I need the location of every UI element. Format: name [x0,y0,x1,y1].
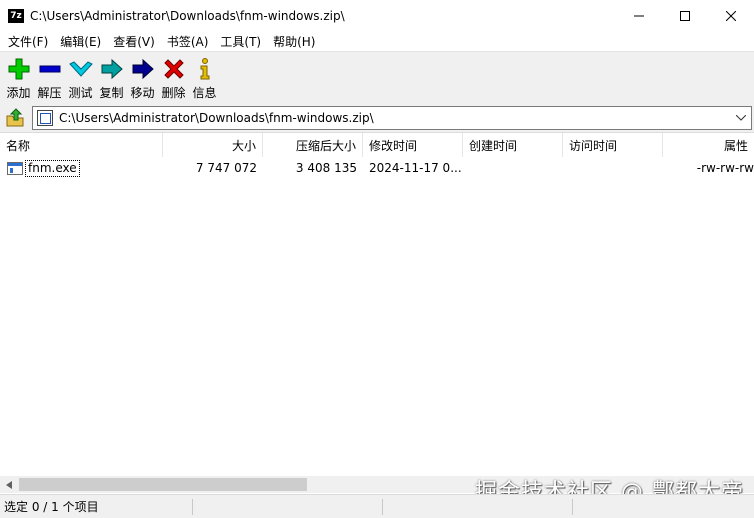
address-bar: C:\Users\Administrator\Downloads\fnm-win… [0,102,754,132]
scroll-left-button[interactable] [0,476,17,493]
menu-view[interactable]: 查看(V) [107,33,161,50]
chevron-down-icon [736,115,746,121]
arrow-left-icon [5,480,12,489]
menu-help[interactable]: 帮助(H) [267,33,321,50]
delete-label: 删除 [161,86,186,100]
zip-archive-icon [37,110,53,126]
table-row[interactable]: fnm.exe 7 747 072 3 408 135 2024-11-17 0… [0,158,754,178]
copy-label: 复制 [99,86,124,100]
close-icon [726,10,736,21]
plus-icon [8,58,29,80]
copy-arrow-icon [101,58,123,80]
check-icon [68,61,93,77]
list-header: 名称 大小 压缩后大小 修改时间 创建时间 访问时间 属性 [0,133,754,157]
row-size: 7 747 072 [195,161,257,175]
extract-button[interactable]: 解压 [34,52,65,102]
test-label: 测试 [68,86,93,100]
row-modified: 2024-11-17 0... [369,161,462,175]
add-button[interactable]: 添加 [3,52,34,102]
column-modified[interactable]: 修改时间 [363,133,463,157]
column-name[interactable]: 名称 [0,133,163,157]
minus-icon [39,65,60,73]
delete-x-icon [163,59,184,79]
maximize-icon [680,10,690,21]
status-divider [382,499,383,515]
title-bar[interactable]: 7z C:\Users\Administrator\Downloads\fnm-… [0,0,754,31]
column-accessed[interactable]: 访问时间 [563,133,663,157]
extract-label: 解压 [37,86,62,100]
column-created[interactable]: 创建时间 [463,133,563,157]
menu-tools[interactable]: 工具(T) [214,33,267,50]
exe-file-icon [7,161,23,175]
move-button[interactable]: 移动 [127,52,158,102]
up-folder-button[interactable] [4,107,26,129]
info-button[interactable]: 信息 [189,52,220,102]
copy-button[interactable]: 复制 [96,52,127,102]
path-dropdown-button[interactable] [733,109,749,127]
status-bar: 选定 0 / 1 个项目 [0,494,754,518]
scrollbar-thumb[interactable] [19,478,307,491]
status-selection-text: 选定 0 / 1 个项目 [4,500,99,514]
row-attributes: -rw-rw-rw [696,161,754,175]
column-attributes[interactable]: 属性 [663,133,754,157]
test-button[interactable]: 测试 [65,52,96,102]
path-input[interactable]: C:\Users\Administrator\Downloads\fnm-win… [59,111,374,125]
delete-button[interactable]: 删除 [158,52,189,102]
status-divider [192,499,193,515]
menu-bookmarks[interactable]: 书签(A) [161,33,215,50]
7zip-app-icon: 7z [8,8,24,23]
folder-up-icon [6,108,24,127]
toolbar: 添加 解压 测试 复制 移动 删除 信息 [0,51,754,102]
move-arrow-icon [132,58,154,80]
path-combobox[interactable]: C:\Users\Administrator\Downloads\fnm-win… [32,106,752,130]
row-file-name: fnm.exe [25,159,80,177]
maximize-button[interactable] [662,0,708,31]
window-title: C:\Users\Administrator\Downloads\fnm-win… [30,8,345,23]
info-icon [200,58,209,80]
add-label: 添加 [6,86,31,100]
move-label: 移动 [130,86,155,100]
menu-bar: 文件(F) 编辑(E) 查看(V) 书签(A) 工具(T) 帮助(H) [0,31,754,51]
row-name-cell[interactable]: fnm.exe [0,159,163,177]
info-label: 信息 [192,86,217,100]
column-size[interactable]: 大小 [163,133,263,157]
minimize-button[interactable] [616,0,662,31]
close-button[interactable] [708,0,754,31]
minimize-icon [634,15,644,16]
row-packed-size: 3 408 135 [295,161,357,175]
column-packed-size[interactable]: 压缩后大小 [263,133,363,157]
file-list[interactable]: 名称 大小 压缩后大小 修改时间 创建时间 访问时间 属性 fnm.exe 7 … [0,132,754,476]
menu-edit[interactable]: 编辑(E) [54,33,107,50]
menu-file[interactable]: 文件(F) [2,33,54,50]
status-divider [572,499,573,515]
